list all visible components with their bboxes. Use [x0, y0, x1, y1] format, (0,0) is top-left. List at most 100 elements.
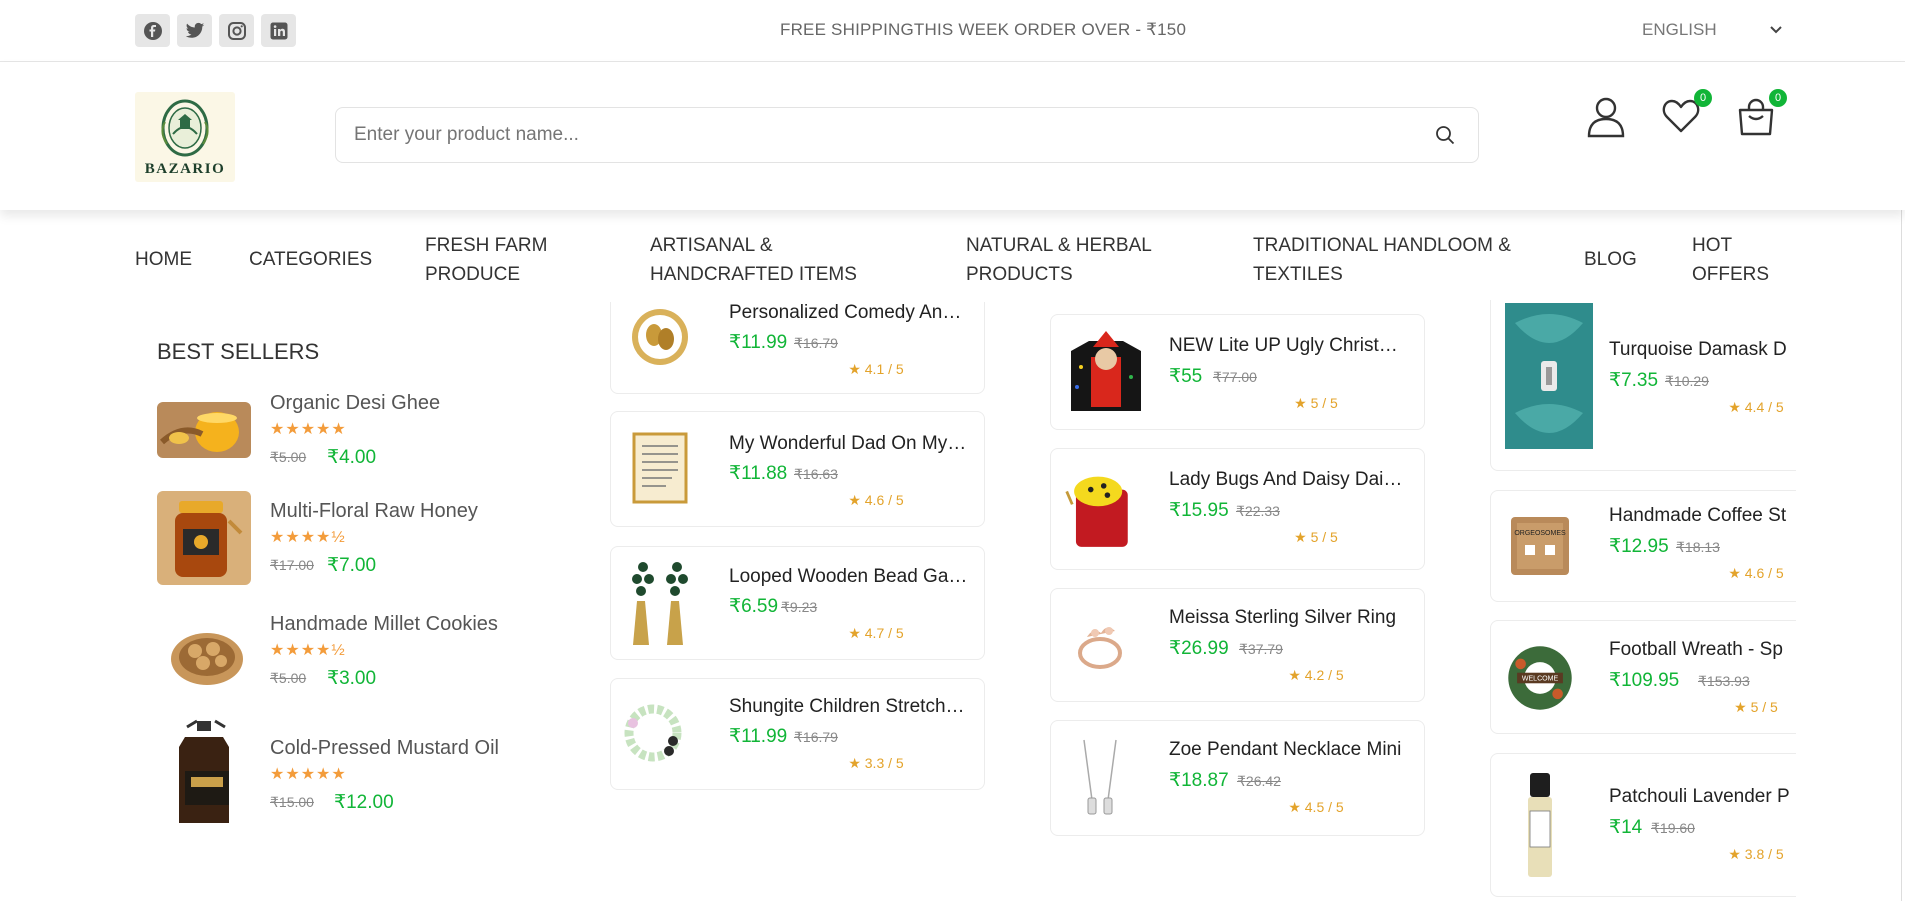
chevron-down-icon: [1769, 20, 1783, 40]
facebook-icon[interactable]: [135, 14, 170, 47]
product-old-price: ₹19.60: [1651, 820, 1695, 836]
logo-emblem-icon: [161, 99, 209, 157]
nav-label-line1: TRADITIONAL HANDLOOM &: [1253, 235, 1511, 256]
rating-value: 4.6 / 5: [864, 492, 904, 508]
nav-label: BLOG: [1584, 249, 1637, 270]
nav-hot-offers[interactable]: HOT OFFERS: [1692, 231, 1769, 289]
product-old-price: ₹37.79: [1239, 641, 1283, 657]
nav-home[interactable]: HOME: [135, 245, 192, 274]
nav-label-line1: NATURAL & HERBAL: [966, 235, 1152, 256]
product-card[interactable]: My Wonderful Dad On My Wedding Day ₹11.8…: [610, 411, 985, 527]
product-rating: ★ 3.8 / 5: [1728, 846, 1784, 862]
product-rating: ★ 4.6 / 5: [1728, 565, 1784, 581]
product-card[interactable]: Lady Bugs And Daisy Daisies Pouch ₹15.95…: [1050, 448, 1425, 570]
main-header: BAZARIO 0 0: [0, 62, 1905, 210]
nav-label-line2: PRODUCE: [425, 264, 521, 285]
product-old-price: ₹9.23: [781, 599, 818, 615]
honey-image: [157, 491, 251, 585]
product-name: Football Wreath - Sp: [1609, 639, 1783, 660]
nav-label-line2: HANDCRAFTED ITEMS: [650, 264, 857, 285]
product-rating: ★ 5 / 5: [1734, 699, 1778, 715]
product-rating: ★ 5 / 5: [1294, 395, 1338, 411]
nav-traditional-handloom[interactable]: TRADITIONAL HANDLOOM & TEXTILES: [1253, 231, 1511, 289]
product-rating: ★ 5 / 5: [1294, 529, 1338, 545]
nav-artisanal-handcrafted[interactable]: ARTISANAL & HANDCRAFTED ITEMS: [650, 231, 857, 289]
current-price: ₹12.00: [334, 792, 394, 813]
product-price: ₹11.88: [729, 463, 788, 484]
product-name: Turquoise Damask D: [1609, 339, 1787, 360]
product-name: Lady Bugs And Daisy Daisies Pouch: [1169, 469, 1409, 490]
product-price: ₹15.95: [1169, 500, 1229, 521]
product-name: Patchouli Lavender P: [1609, 786, 1790, 807]
scrollbar-track[interactable]: [1901, 210, 1902, 901]
language-label: ENGLISH: [1642, 20, 1717, 39]
christmas-sweater-image: [1061, 325, 1151, 419]
product-card[interactable]: Looped Wooden Bead Garland ₹6.59 ₹9.23 ★…: [610, 546, 985, 660]
old-price: ₹17.00: [270, 557, 314, 573]
product-price: ₹7.35: [1609, 370, 1659, 391]
product-name: Looped Wooden Bead Garland: [729, 566, 969, 587]
product-card[interactable]: Patchouli Lavender P ₹14 ₹19.60 ★ 3.8 / …: [1490, 753, 1796, 897]
current-price: ₹4.00: [327, 447, 377, 468]
ladybug-pouch-image: [1063, 459, 1137, 559]
product-old-price: ₹18.13: [1676, 539, 1720, 555]
nav-categories[interactable]: CATEGORIES: [249, 245, 372, 274]
nav-fresh-farm-produce[interactable]: FRESH FARM PRODUCE: [425, 231, 547, 289]
rating-value: 4.6 / 5: [1744, 565, 1784, 581]
product-old-price: ₹153.93: [1698, 673, 1750, 689]
twitter-icon[interactable]: [177, 14, 212, 47]
product-price: ₹109.95: [1609, 670, 1680, 691]
account-icon[interactable]: [1586, 96, 1626, 143]
nav-label-line1: FRESH FARM: [425, 235, 548, 256]
nav-label: CATEGORIES: [249, 249, 373, 270]
product-card[interactable]: Shungite Children Stretch Bracelet ₹11.9…: [610, 678, 985, 790]
pendant-necklace-image: [1063, 731, 1137, 825]
linkedin-icon[interactable]: [261, 14, 296, 47]
old-price: ₹5.00: [270, 670, 307, 686]
dad-poem-image: [623, 428, 697, 508]
instagram-icon[interactable]: [219, 14, 254, 47]
wishlist-count-badge: 0: [1694, 89, 1712, 107]
product-price: ₹18.87: [1169, 770, 1229, 791]
logo[interactable]: BAZARIO: [135, 92, 235, 182]
product-price: ₹12.95: [1609, 536, 1669, 557]
product-card[interactable]: Personalized Comedy And Tragedy Mask ₹11…: [610, 302, 985, 394]
product-rating: ★ 4.4 / 5: [1728, 399, 1784, 415]
rating-value: 4.4 / 5: [1744, 399, 1784, 415]
current-price: ₹3.00: [327, 668, 377, 689]
product-name: Handmade Coffee St: [1609, 505, 1787, 526]
product-rating: ★ 4.1 / 5: [848, 361, 904, 377]
svg-text:WELCOME: WELCOME: [1522, 676, 1559, 683]
product-card[interactable]: ORGEOSOMES Handmade Coffee St ₹12.95 ₹18…: [1490, 490, 1796, 602]
product-price: ₹14: [1609, 817, 1643, 838]
product-name: Personalized Comedy And Tragedy Mask: [729, 302, 969, 323]
product-price: ₹11.99: [729, 726, 788, 747]
search-bar: [335, 107, 1479, 163]
nav-natural-herbal[interactable]: NATURAL & HERBAL PRODUCTS: [966, 231, 1152, 289]
product-card[interactable]: Meissa Sterling Silver Ring ₹26.99 ₹37.7…: [1050, 588, 1425, 702]
wishlist-icon[interactable]: 0: [1661, 89, 1712, 141]
product-rating: ★ 4.7 / 5: [848, 625, 904, 641]
top-bar: FREE SHIPPINGTHIS WEEK ORDER OVER - ₹150…: [0, 0, 1905, 62]
nav-blog[interactable]: BLOG: [1584, 245, 1637, 274]
cart-icon[interactable]: 0: [1736, 89, 1787, 143]
product-old-price: ₹10.29: [1665, 373, 1709, 389]
search-input[interactable]: [354, 108, 1404, 162]
nav-label-line1: HOT: [1692, 235, 1733, 256]
product-name: Cold-Pressed Mustard Oil: [270, 737, 499, 759]
product-old-price: ₹26.42: [1237, 773, 1281, 789]
search-icon[interactable]: [1434, 124, 1456, 151]
rating-value: 4.5 / 5: [1304, 799, 1344, 815]
coffee-stamp-image: ORGEOSOMES: [1503, 503, 1577, 589]
product-card[interactable]: Turquoise Damask D ₹7.35 ₹10.29 ★ 4.4 / …: [1490, 300, 1796, 471]
product-rating: ★ 4.2 / 5: [1288, 667, 1344, 683]
damask-switchplate-image: [1505, 303, 1593, 449]
silver-ring-image: [1063, 603, 1137, 689]
product-card[interactable]: NEW Lite UP Ugly Christmas Sweater ₹55 ₹…: [1050, 314, 1425, 430]
best-sellers-title: BEST SELLERS: [157, 339, 320, 364]
product-card[interactable]: WELCOME Football Wreath - Sp ₹109.95 ₹15…: [1490, 620, 1796, 734]
product-name: Organic Desi Ghee: [270, 392, 441, 414]
language-selector[interactable]: ENGLISH: [1642, 20, 1783, 40]
mustard-oil-image: [157, 715, 251, 833]
product-card[interactable]: Zoe Pendant Necklace Mini ₹18.87 ₹26.42 …: [1050, 720, 1425, 836]
